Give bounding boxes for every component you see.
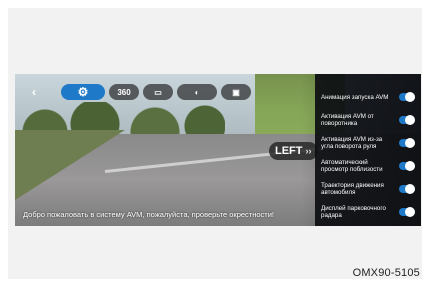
setting-row-trajectory[interactable]: Траектория движения автомобиля <box>315 178 421 200</box>
toggle-switch[interactable] <box>399 161 415 171</box>
setting-label: Активация AVM от поворотника <box>321 113 374 127</box>
setting-row-startup-animation[interactable]: Анимация запуска AVM <box>315 86 421 108</box>
camera-icon: ▣ <box>232 87 240 97</box>
setting-label: Анимация запуска AVM <box>321 93 389 101</box>
chevron-right-icon: ›› <box>305 146 312 156</box>
welcome-message: Добро пожаловать в систему AVM, пожалуйс… <box>23 210 274 219</box>
setting-row-turn-signal[interactable]: Активация AVM от поворотника <box>315 109 421 131</box>
gear-icon: ⚙ <box>77 85 89 99</box>
avm-screen: ‹ ⚙ 360 ▭ ◐ ▣ LEFT ›› Добро пожаловать в… <box>15 74 421 226</box>
direction-label: LEFT <box>275 145 303 157</box>
toggle-switch[interactable] <box>399 115 415 125</box>
toggle-switch[interactable] <box>399 138 415 148</box>
direction-badge: LEFT ›› <box>269 142 318 160</box>
setting-row-auto-nearby-view[interactable]: Автоматический просмотр поблизости <box>315 155 421 177</box>
setting-row-parking-radar[interactable]: Дисплей парковочного радара <box>315 201 421 223</box>
toggle-switch[interactable] <box>399 207 415 217</box>
figure-code: OMX90-5105 <box>352 267 420 279</box>
chevron-left-icon: ‹ <box>32 85 36 99</box>
setting-label: Активация AVM из-за угла поворота руля <box>321 136 383 150</box>
view-side-button[interactable]: ◐ <box>177 84 217 100</box>
settings-button[interactable]: ⚙ <box>61 84 105 100</box>
setting-label: Автоматический просмотр поблизости <box>321 159 383 173</box>
settings-panel: Анимация запуска AVM Активация AVM от по… <box>315 74 421 226</box>
view-camera-button[interactable]: ▣ <box>221 84 251 100</box>
view-360-label: 360 <box>117 87 131 97</box>
car-icon: ▭ <box>154 87 162 97</box>
top-toolbar: ‹ ⚙ 360 ▭ ◐ ▣ <box>15 80 315 104</box>
view-top-button[interactable]: ▭ <box>143 84 173 100</box>
toggle-switch[interactable] <box>399 92 415 102</box>
view-360-button[interactable]: 360 <box>109 84 139 100</box>
setting-label: Дисплей парковочного радара <box>321 205 386 219</box>
setting-row-steering-angle[interactable]: Активация AVM из-за угла поворота руля <box>315 132 421 154</box>
camera-grass <box>15 130 125 200</box>
car-side-icon: ◐ <box>194 87 200 97</box>
back-button[interactable]: ‹ <box>27 84 41 100</box>
toggle-switch[interactable] <box>399 184 415 194</box>
setting-label: Траектория движения автомобиля <box>321 182 384 196</box>
